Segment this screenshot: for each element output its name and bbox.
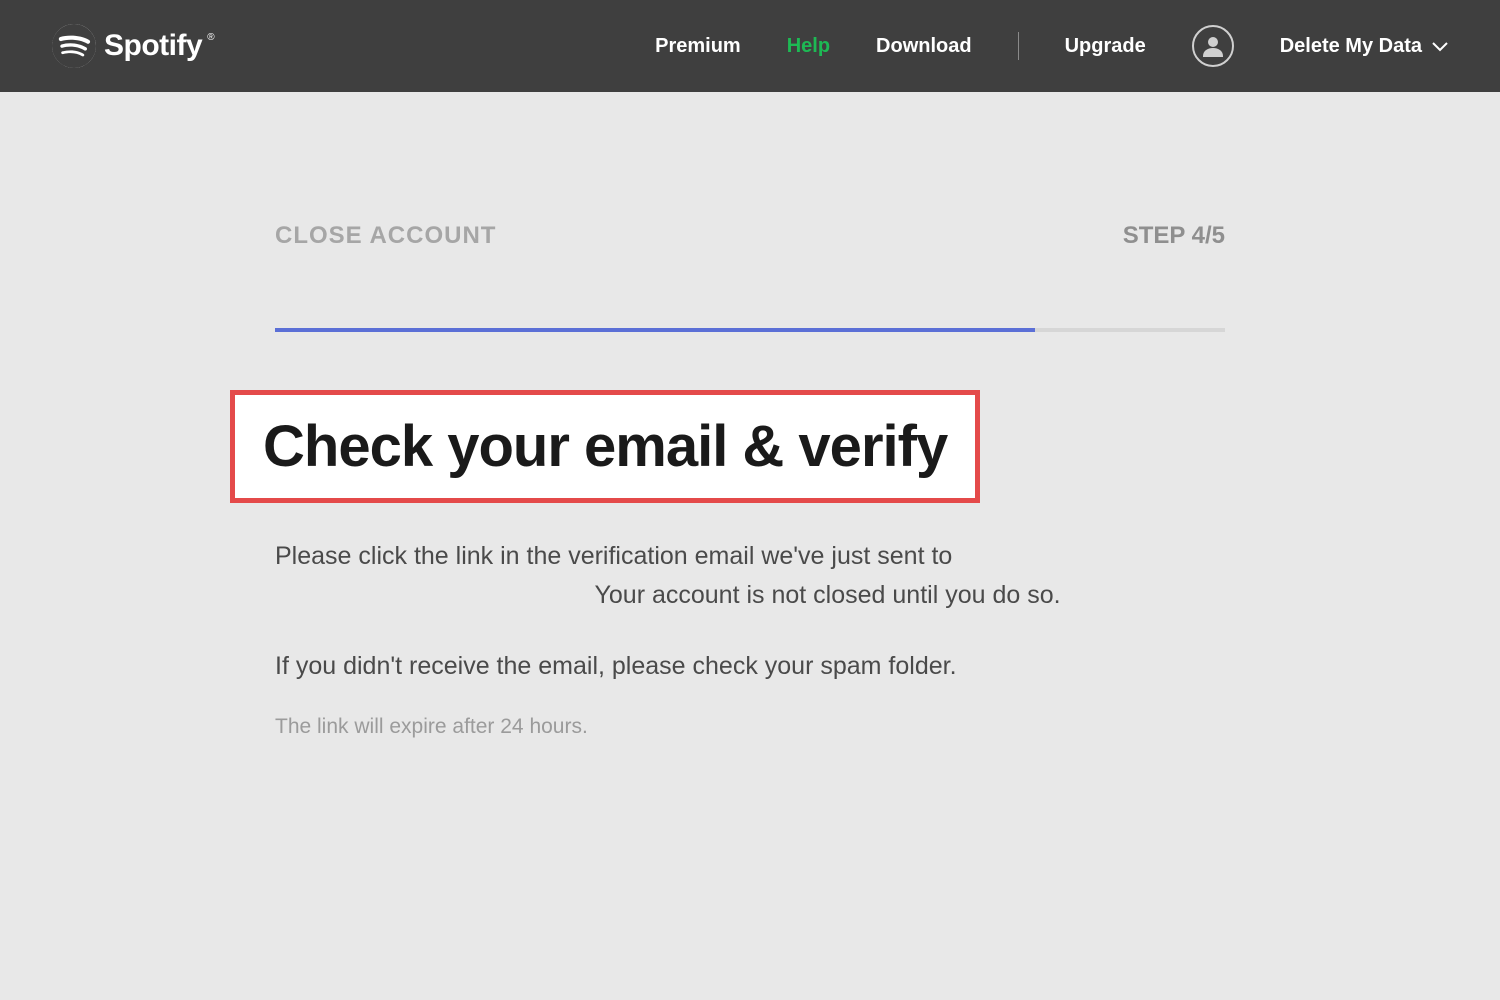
top-nav-bar: Spotify Premium Help Download Upgrade De…: [0, 0, 1500, 92]
spotify-logo[interactable]: Spotify: [52, 24, 202, 68]
spotify-icon: [52, 24, 96, 68]
spam-instruction: If you didn't receive the email, please …: [275, 647, 1225, 686]
brand-name: Spotify: [104, 29, 202, 63]
expiry-note: The link will expire after 24 hours.: [275, 715, 1225, 739]
nav-divider: [1018, 32, 1019, 60]
profile-label: Delete My Data: [1280, 35, 1422, 58]
step-indicator: STEP 4/5: [1123, 222, 1225, 250]
progress-bar: [275, 328, 1225, 332]
primary-nav: Premium Help Download Upgrade Delete My …: [655, 25, 1448, 67]
user-icon: [1201, 34, 1225, 58]
profile-menu[interactable]: Delete My Data: [1280, 35, 1448, 58]
step-header: CLOSE ACCOUNT STEP 4/5: [275, 222, 1225, 250]
chevron-down-icon: [1432, 35, 1448, 58]
verify-instruction-line1: Please click the link in the verificatio…: [275, 542, 952, 570]
nav-help[interactable]: Help: [787, 35, 830, 58]
verify-instruction: Please click the link in the verificatio…: [275, 537, 1225, 615]
breadcrumb: CLOSE ACCOUNT: [275, 222, 496, 250]
nav-download[interactable]: Download: [876, 35, 972, 58]
heading-highlight: Check your email & verify: [230, 390, 980, 503]
page-title: Check your email & verify: [263, 413, 947, 480]
nav-upgrade[interactable]: Upgrade: [1065, 35, 1146, 58]
avatar[interactable]: [1192, 25, 1234, 67]
progress-fill: [275, 328, 1035, 332]
main-content: CLOSE ACCOUNT STEP 4/5 Check your email …: [235, 92, 1265, 739]
verify-instruction-line2: Your account is not closed until you do …: [595, 581, 1061, 609]
nav-premium[interactable]: Premium: [655, 35, 741, 58]
body-text: Please click the link in the verificatio…: [275, 537, 1225, 685]
